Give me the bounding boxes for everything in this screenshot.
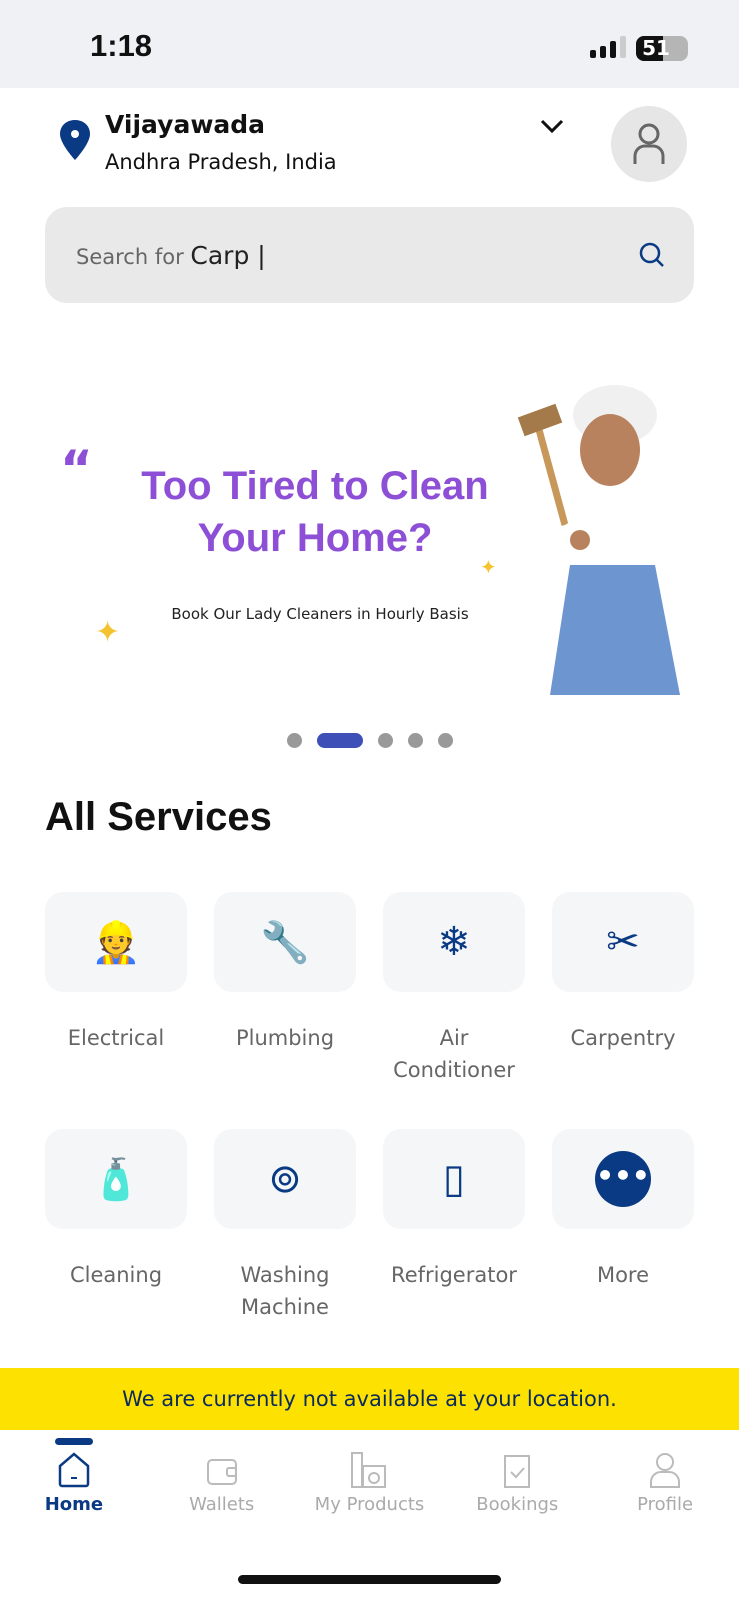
nav-profile[interactable]: Profile <box>591 1430 739 1520</box>
service-label[interactable]: More <box>538 1259 708 1291</box>
more-icon: ••• <box>595 1151 651 1207</box>
clipboard-check-icon <box>504 1455 531 1488</box>
service-tile-plumbing[interactable]: 🔧 <box>214 892 356 992</box>
location-city[interactable]: Vijayawada <box>105 110 265 139</box>
user-icon <box>633 123 665 164</box>
promo-headline: Too Tired to Clean Your Home? <box>141 464 489 560</box>
home-icon <box>58 1452 90 1488</box>
sparkle-icon: ✦ <box>95 615 121 650</box>
service-label[interactable]: Refrigerator <box>369 1259 539 1291</box>
carousel-dot-active[interactable] <box>316 733 363 748</box>
service-tile-washing-machine[interactable]: ⊚ <box>214 1129 356 1229</box>
location-region[interactable]: Andhra Pradesh, India <box>105 150 337 174</box>
nav-home[interactable]: Home <box>0 1430 148 1520</box>
carousel-dots[interactable] <box>0 733 739 748</box>
cleaning-supplies-icon: 🧴 <box>91 1156 141 1203</box>
service-tile-air-conditioner[interactable]: ❄ <box>383 892 525 992</box>
carousel-dot[interactable] <box>407 733 423 748</box>
ac-icon: ❄ <box>437 919 471 965</box>
fridge-icon: ▯ <box>442 1156 465 1202</box>
tools-icon: ✂ <box>606 919 640 965</box>
nav-bookings[interactable]: Bookings <box>443 1430 591 1520</box>
battery-icon: 51 <box>636 36 688 61</box>
user-icon <box>650 1453 681 1488</box>
search-value: Carp | <box>190 241 266 270</box>
nav-label: Wallets <box>189 1494 255 1515</box>
clock: 1:18 <box>90 28 153 63</box>
service-label[interactable]: Cleaning <box>31 1259 201 1291</box>
service-tile-cleaning[interactable]: 🧴 <box>45 1129 187 1229</box>
wallet-icon <box>206 1459 237 1485</box>
promo-subtext: Book Our Lady Cleaners in Hourly Basis <box>171 605 469 623</box>
cleaner-illustration <box>517 385 680 695</box>
search-icon[interactable] <box>638 241 666 269</box>
service-tile-refrigerator[interactable]: ▯ <box>383 1129 525 1229</box>
carousel-dot[interactable] <box>437 733 453 748</box>
active-indicator <box>54 1438 93 1445</box>
service-tile-carpentry[interactable]: ✂ <box>552 892 694 992</box>
nav-label: My Products <box>314 1494 425 1515</box>
search-placeholder: Search for <box>76 245 184 269</box>
availability-notice: We are currently not available at your l… <box>0 1368 739 1430</box>
nav-wallets[interactable]: Wallets <box>148 1430 296 1520</box>
signal-icon <box>590 36 626 58</box>
service-label[interactable]: Air Conditioner <box>379 1022 529 1086</box>
nav-label: Profile <box>637 1494 694 1515</box>
service-tile-more[interactable]: ••• <box>552 1129 694 1229</box>
carousel-dot[interactable] <box>377 733 393 748</box>
search-input[interactable]: Search for Carp | <box>45 207 694 303</box>
carousel-dot[interactable] <box>286 733 302 748</box>
battery-level: 51 <box>642 36 670 60</box>
service-label[interactable]: Plumbing <box>200 1022 370 1054</box>
profile-avatar-button[interactable] <box>611 106 687 182</box>
bottom-nav: Home Wallets My Products Bookings Profil… <box>0 1430 739 1520</box>
service-label[interactable]: Washing Machine <box>210 1259 360 1323</box>
electrician-icon: 👷 <box>91 919 141 966</box>
washing-machine-icon: ⊚ <box>268 1156 302 1202</box>
service-label[interactable]: Electrical <box>31 1022 201 1054</box>
service-tile-electrical[interactable]: 👷 <box>45 892 187 992</box>
section-title: All Services <box>45 795 272 839</box>
promo-banner[interactable]: “ Too Tired to Clean Your Home? Book Our… <box>40 360 700 720</box>
pipe-icon: 🔧 <box>260 919 310 966</box>
home-indicator <box>238 1575 501 1584</box>
location-pin-icon <box>60 120 90 160</box>
sparkle-icon: ✦ <box>480 555 497 579</box>
quote-mark: “ <box>60 440 93 498</box>
chevron-down-icon[interactable] <box>538 112 566 140</box>
nav-label: Bookings <box>476 1494 559 1515</box>
nav-my-products[interactable]: My Products <box>296 1430 444 1520</box>
nav-label: Home <box>44 1494 104 1515</box>
appliances-icon <box>351 1452 387 1488</box>
service-label[interactable]: Carpentry <box>538 1022 708 1054</box>
